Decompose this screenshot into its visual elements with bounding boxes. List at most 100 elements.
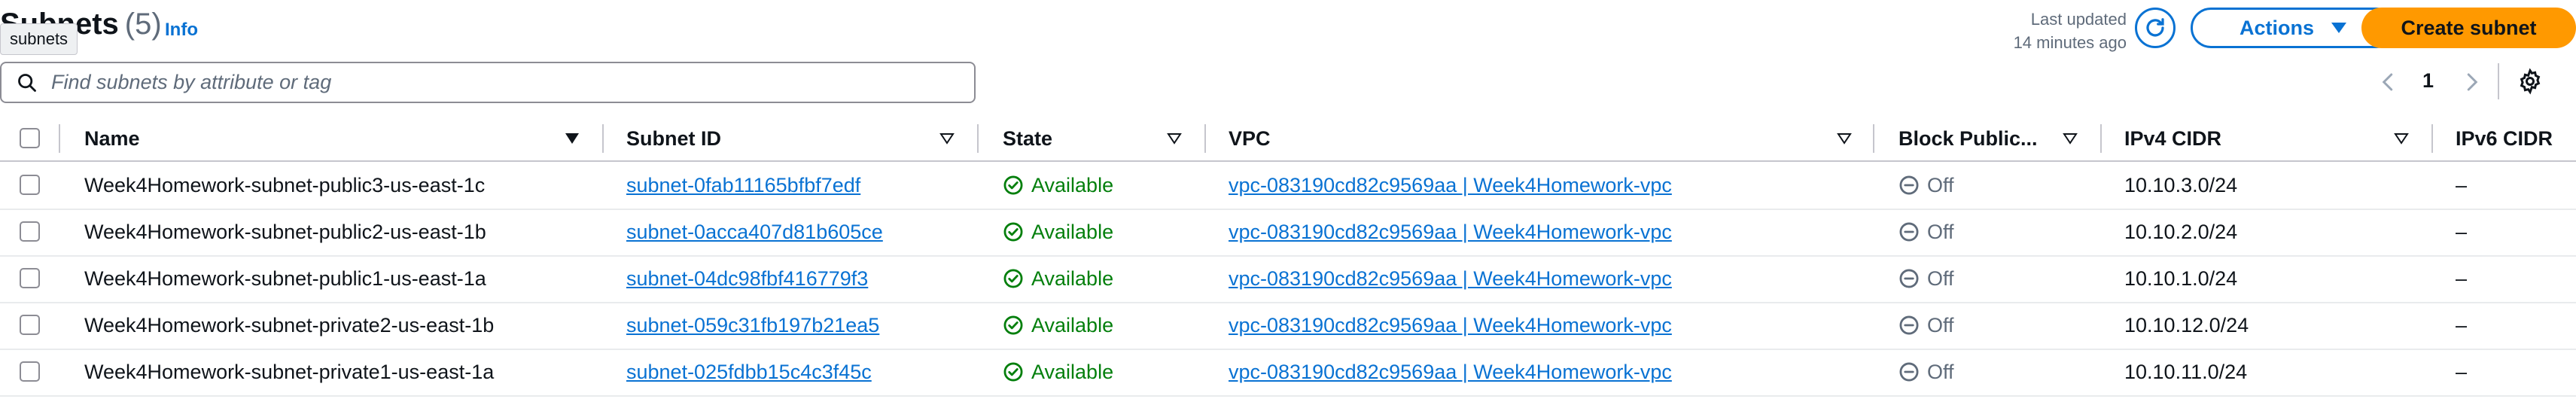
- sort-icon[interactable]: [1165, 129, 1183, 148]
- caret-down-icon: [2331, 23, 2346, 33]
- cell-name: Week4Homework-subnet-public1-us-east-1a: [84, 266, 486, 290]
- cell-ipv6-cidr: –: [2456, 313, 2468, 337]
- cell-name: Week4Homework-subnet-public2-us-east-1b: [84, 220, 486, 243]
- column-header-ipv6-cidr[interactable]: IPv6 CIDR: [2456, 117, 2553, 160]
- block-public-label: Off: [1927, 360, 1954, 383]
- cell-state: Available: [1003, 349, 1113, 395]
- status-success-icon: [1003, 269, 1023, 288]
- cell-block-public: Off: [1899, 162, 1954, 209]
- state-label: Available: [1031, 220, 1114, 243]
- search-input[interactable]: [50, 70, 941, 95]
- cell-ipv6-cidr: –: [2456, 360, 2468, 383]
- cell-subnet-id-link[interactable]: subnet-04dc98fbf416779f3: [626, 255, 868, 302]
- tooltip: subnets: [0, 23, 78, 55]
- cell-block-public: Off: [1899, 349, 1954, 395]
- status-off-icon: [1899, 315, 1919, 335]
- cell-state: Available: [1003, 302, 1113, 349]
- cell-vpc-link[interactable]: vpc-083190cd82c9569aa | Week4Homework-vp…: [1229, 255, 1672, 302]
- item-count: (5): [124, 8, 162, 41]
- block-public-label: Off: [1927, 173, 1954, 196]
- cell-vpc-link[interactable]: vpc-083190cd82c9569aa | Week4Homework-vp…: [1229, 162, 1672, 209]
- block-public-label: Off: [1927, 313, 1954, 337]
- status-off-icon: [1899, 222, 1919, 242]
- state-label: Available: [1031, 173, 1114, 196]
- table-row[interactable]: Week4Homework-subnet-private2-us-east-1b…: [0, 302, 2576, 350]
- column-header-subnet-id[interactable]: Subnet ID: [626, 117, 721, 160]
- table-row[interactable]: Week4Homework-subnet-private1-us-east-1a…: [0, 349, 2576, 397]
- column-header-ipv4-cidr[interactable]: IPv4 CIDR: [2124, 117, 2221, 160]
- cell-ipv6-cidr: –: [2456, 266, 2468, 290]
- chevron-right-icon[interactable]: [2460, 71, 2483, 93]
- sort-icon[interactable]: [563, 129, 581, 148]
- cell-ipv4-cidr: 10.10.12.0/24: [2124, 313, 2249, 337]
- status-off-icon: [1899, 175, 1919, 195]
- info-link[interactable]: Info: [165, 20, 198, 41]
- cell-ipv4-cidr: 10.10.2.0/24: [2124, 220, 2238, 243]
- status-success-icon: [1003, 362, 1023, 382]
- column-header-state[interactable]: State: [1003, 117, 1052, 160]
- cell-name: Week4Homework-subnet-private2-us-east-1b: [84, 313, 495, 337]
- row-checkbox[interactable]: [20, 361, 40, 382]
- cell-state: Available: [1003, 209, 1113, 255]
- last-updated-time: 14 minutes ago: [2013, 33, 2127, 52]
- table-row[interactable]: Week4Homework-subnet-public3-us-east-1c s…: [0, 162, 2576, 210]
- sort-icon[interactable]: [2061, 129, 2079, 148]
- select-all-checkbox[interactable]: [20, 128, 40, 148]
- search-bar[interactable]: [0, 62, 976, 103]
- state-label: Available: [1031, 360, 1114, 383]
- table-header: Name Subnet ID State VPC Block Public...…: [0, 117, 2576, 162]
- actions-label: Actions: [2239, 16, 2314, 39]
- column-header-block-public[interactable]: Block Public...: [1899, 117, 2038, 160]
- column-header-name[interactable]: Name: [84, 117, 140, 160]
- cell-name: Week4Homework-subnet-public3-us-east-1c: [84, 173, 486, 196]
- sort-icon[interactable]: [2392, 129, 2410, 148]
- cell-subnet-id-link[interactable]: subnet-025fdbb15c4c3f45c: [626, 349, 872, 395]
- last-updated: Last updated 14 minutes ago: [1942, 8, 2127, 54]
- cell-state: Available: [1003, 162, 1113, 209]
- last-updated-label: Last updated: [2030, 10, 2127, 29]
- status-success-icon: [1003, 315, 1023, 335]
- column-divider: [1873, 124, 1874, 153]
- cell-ipv4-cidr: 10.10.11.0/24: [2124, 360, 2248, 383]
- state-label: Available: [1031, 266, 1114, 290]
- cell-vpc-link[interactable]: vpc-083190cd82c9569aa | Week4Homework-vp…: [1229, 209, 1672, 255]
- table-row[interactable]: Week4Homework-subnet-public2-us-east-1b s…: [0, 209, 2576, 257]
- column-divider: [2100, 124, 2102, 153]
- column-divider: [1204, 124, 1206, 153]
- status-off-icon: [1899, 362, 1919, 382]
- refresh-button[interactable]: [2135, 8, 2176, 48]
- column-divider: [602, 124, 604, 153]
- cell-subnet-id-link[interactable]: subnet-059c31fb197b21ea5: [626, 302, 879, 349]
- cell-vpc-link[interactable]: vpc-083190cd82c9569aa | Week4Homework-vp…: [1229, 302, 1672, 349]
- cell-block-public: Off: [1899, 302, 1954, 349]
- sort-icon[interactable]: [1835, 129, 1853, 148]
- column-divider: [59, 124, 60, 153]
- cell-ipv4-cidr: 10.10.3.0/24: [2124, 173, 2238, 196]
- cell-block-public: Off: [1899, 209, 1954, 255]
- status-off-icon: [1899, 269, 1919, 288]
- page-number[interactable]: 1: [2422, 69, 2434, 93]
- gear-icon[interactable]: [2517, 68, 2544, 95]
- row-checkbox[interactable]: [20, 268, 40, 288]
- row-checkbox[interactable]: [20, 175, 40, 195]
- table-row[interactable]: Week4Homework-subnet-public1-us-east-1a s…: [0, 255, 2576, 303]
- row-checkbox[interactable]: [20, 221, 40, 242]
- cell-ipv6-cidr: –: [2456, 220, 2468, 243]
- divider: [2498, 63, 2499, 99]
- cell-state: Available: [1003, 255, 1113, 302]
- column-header-vpc[interactable]: VPC: [1229, 117, 1271, 160]
- cell-ipv4-cidr: 10.10.1.0/24: [2124, 266, 2238, 290]
- block-public-label: Off: [1927, 266, 1954, 290]
- chevron-left-icon[interactable]: [2377, 71, 2400, 93]
- create-subnet-button[interactable]: Create subnet: [2361, 8, 2576, 48]
- cell-block-public: Off: [1899, 255, 1954, 302]
- column-divider: [977, 124, 979, 153]
- cell-vpc-link[interactable]: vpc-083190cd82c9569aa | Week4Homework-vp…: [1229, 349, 1672, 395]
- state-label: Available: [1031, 313, 1114, 337]
- status-success-icon: [1003, 222, 1023, 242]
- sort-icon[interactable]: [938, 129, 956, 148]
- row-checkbox[interactable]: [20, 315, 40, 335]
- block-public-label: Off: [1927, 220, 1954, 243]
- cell-subnet-id-link[interactable]: subnet-0acca407d81b605ce: [626, 209, 883, 255]
- cell-subnet-id-link[interactable]: subnet-0fab11165bfbf7edf: [626, 162, 860, 209]
